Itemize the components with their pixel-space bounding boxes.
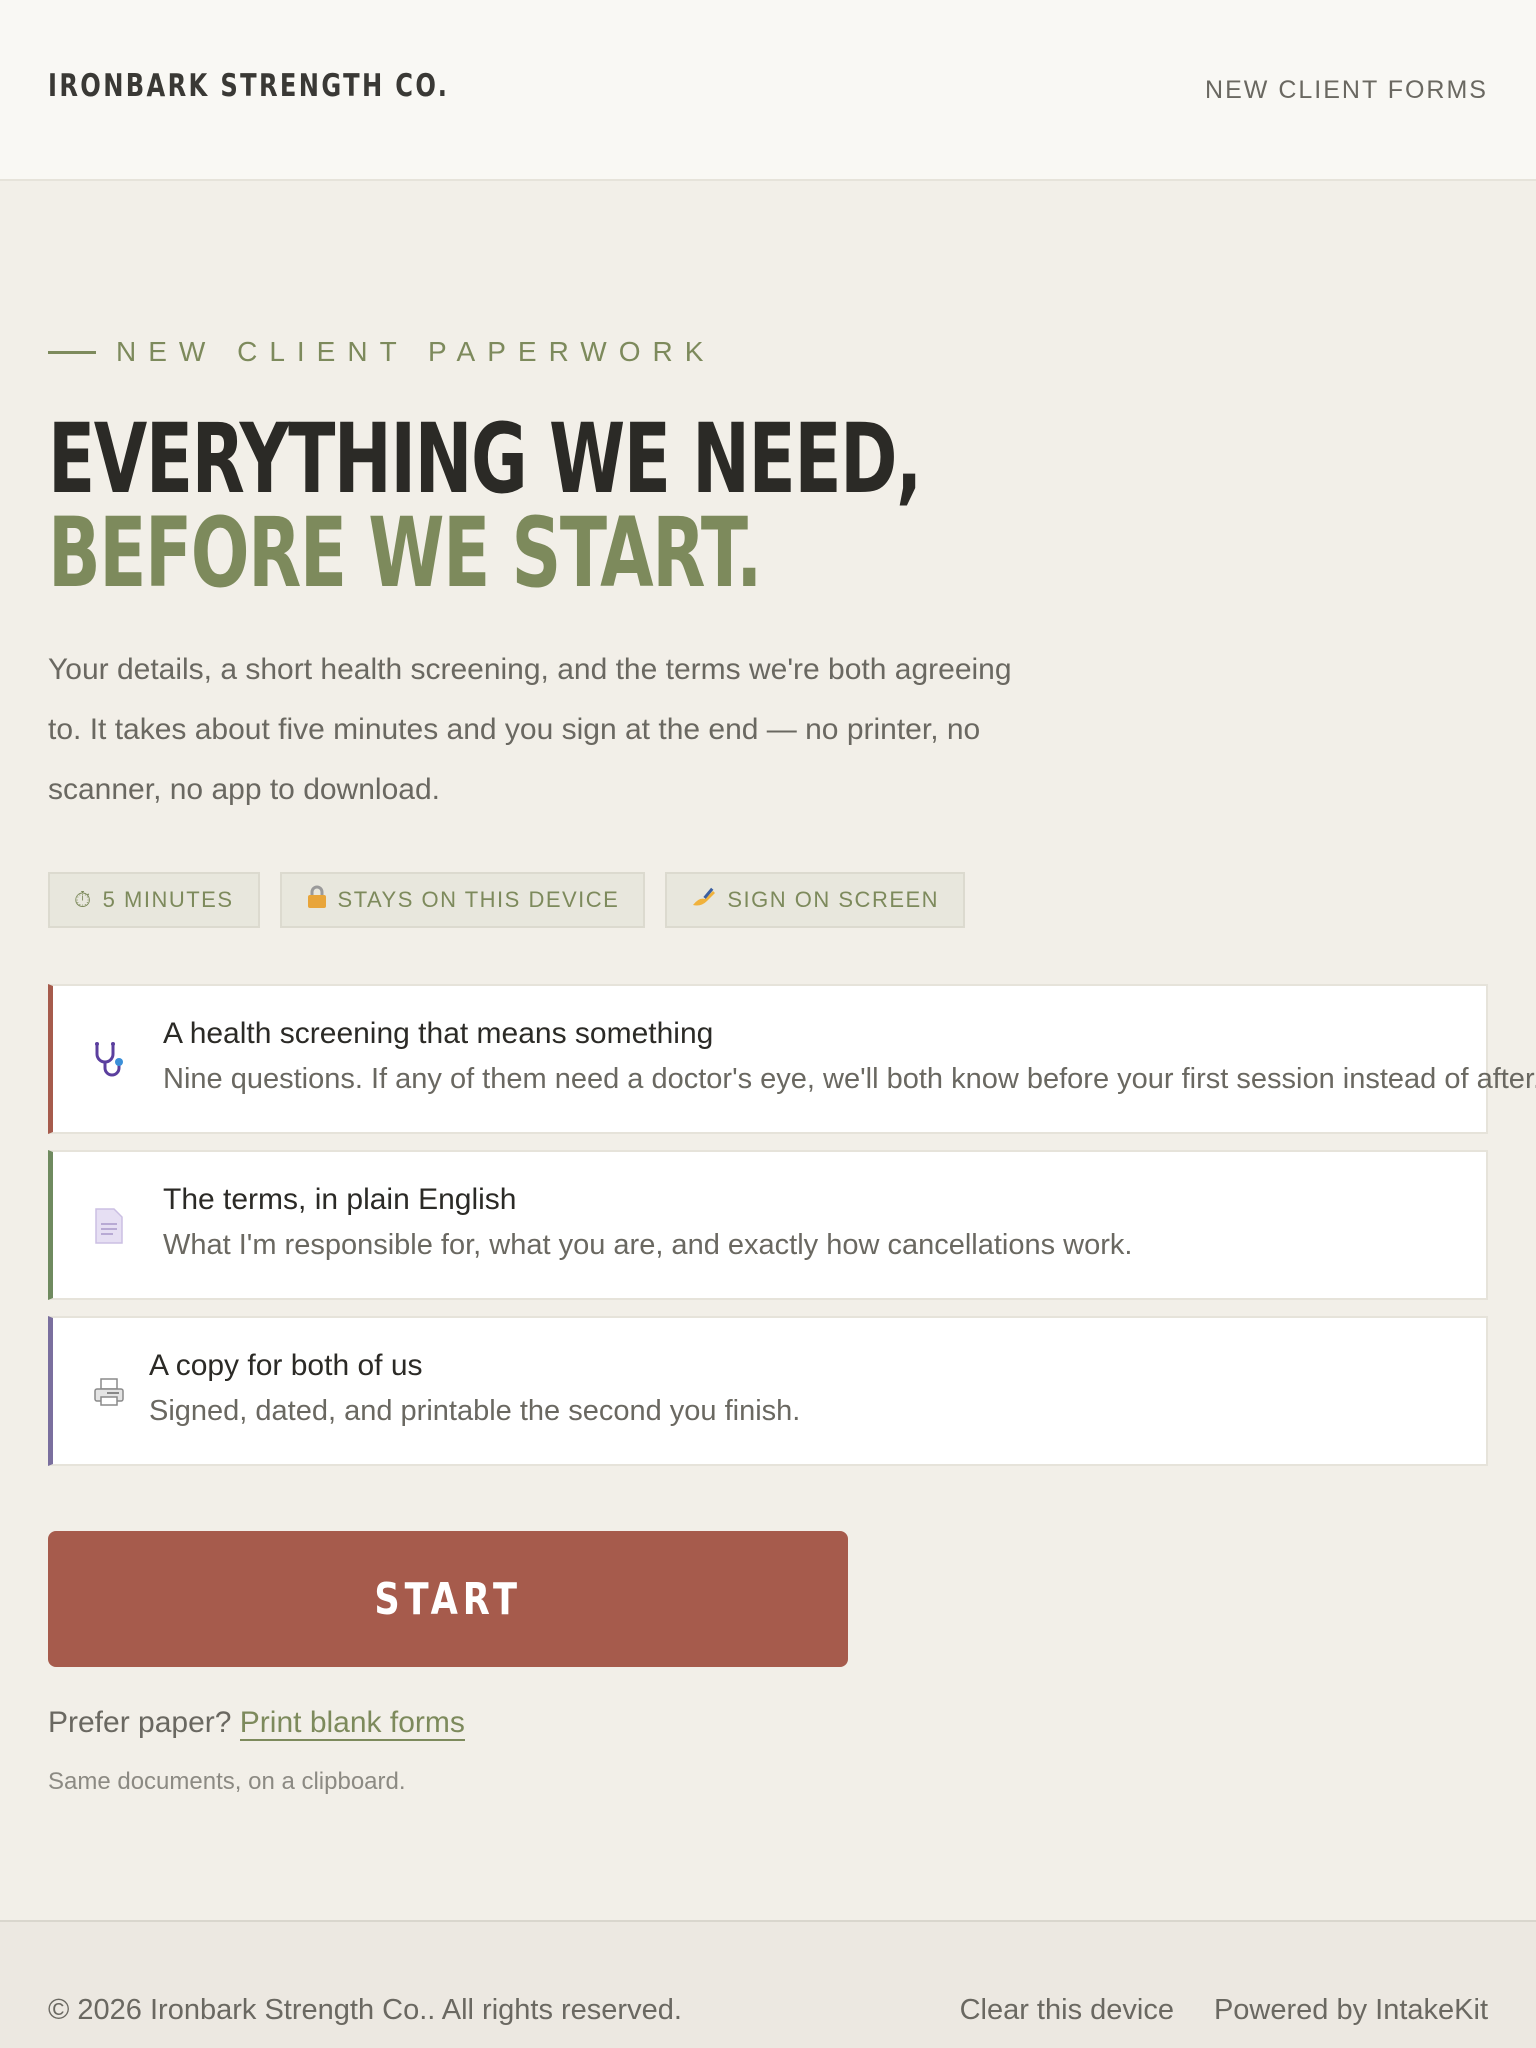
stopwatch-icon: ⏱ — [74, 887, 93, 912]
writing-hand-icon — [691, 885, 717, 915]
start-button-label: START — [374, 1573, 522, 1625]
card-copy: A copy for both of us Signed, dated, and… — [48, 1316, 1488, 1466]
card-text: A copy for both of us Signed, dated, and… — [149, 1346, 1446, 1436]
copyright-text: © 2026 Ironbark Strength Co.. All rights… — [48, 1994, 682, 2026]
intro-paragraph: Your details, a short health screening, … — [48, 653, 1012, 806]
chip-label: 5 MINUTES — [102, 887, 234, 912]
card-title: A copy for both of us — [149, 1349, 423, 1382]
lock-icon — [306, 885, 328, 915]
document-icon — [89, 1206, 129, 1246]
chip-label: SIGN ON SCREEN — [727, 887, 940, 912]
card-terms: The terms, in plain English What I'm res… — [48, 1150, 1488, 1300]
card-description: Nine questions. If any of them need a do… — [163, 1063, 1536, 1095]
paper-note: Same documents, on a clipboard. — [48, 1768, 406, 1795]
feature-chips: ⏱ 5 MINUTES STAYS ON THIS DEVICE SIGN ON… — [48, 872, 966, 928]
card-text: A health screening that means something … — [163, 1014, 1536, 1104]
chip-label: STAYS ON THIS DEVICE — [337, 887, 620, 912]
card-title: The terms, in plain English — [163, 1183, 517, 1216]
card-description: What I'm responsible for, what you are, … — [163, 1229, 1133, 1261]
card-description: Signed, dated, and printable the second … — [149, 1395, 801, 1427]
stethoscope-icon — [89, 1040, 129, 1080]
eyebrow-rule — [48, 350, 96, 354]
card-title: A health screening that means something — [163, 1017, 714, 1050]
eyebrow: NEW CLIENT PAPERWORK — [48, 334, 715, 370]
brand-logo[interactable]: IRONBARK STRENGTH CO. — [48, 68, 449, 104]
info-cards: A health screening that means something … — [48, 984, 1536, 1482]
powered-by-link[interactable]: Powered by IntakeKit — [1214, 1994, 1488, 2027]
clear-device-link[interactable]: Clear this device — [960, 1994, 1174, 2027]
chip-signature: SIGN ON SCREEN — [665, 872, 966, 928]
chip-duration: ⏱ 5 MINUTES — [48, 872, 260, 928]
nav-new-client-forms[interactable]: NEW CLIENT FORMS — [1205, 76, 1488, 105]
card-health-screening: A health screening that means something … — [48, 984, 1536, 1134]
card-text: The terms, in plain English What I'm res… — [163, 1180, 1446, 1270]
start-button[interactable]: START — [48, 1531, 848, 1667]
paper-prompt: Prefer paper? — [48, 1706, 232, 1739]
printer-icon — [89, 1372, 129, 1412]
site-header: IRONBARK STRENGTH CO. NEW CLIENT FORMS — [0, 0, 1536, 181]
headline-line-2: BEFORE WE START. — [48, 497, 762, 609]
footer-links: Clear this device Powered by IntakeKit — [960, 1994, 1488, 2027]
chip-privacy: STAYS ON THIS DEVICE — [279, 872, 646, 928]
paper-option: Prefer paper? Print blank forms — [48, 1706, 465, 1741]
site-footer: © 2026 Ironbark Strength Co.. All rights… — [0, 1920, 1536, 2048]
page-title: EVERYTHING WE NEED, BEFORE WE START. — [48, 403, 922, 609]
headline-line-1: EVERYTHING WE NEED, — [48, 403, 922, 515]
print-blank-forms-link[interactable]: Print blank forms — [239, 1706, 465, 1741]
eyebrow-text: NEW CLIENT PAPERWORK — [116, 336, 716, 367]
